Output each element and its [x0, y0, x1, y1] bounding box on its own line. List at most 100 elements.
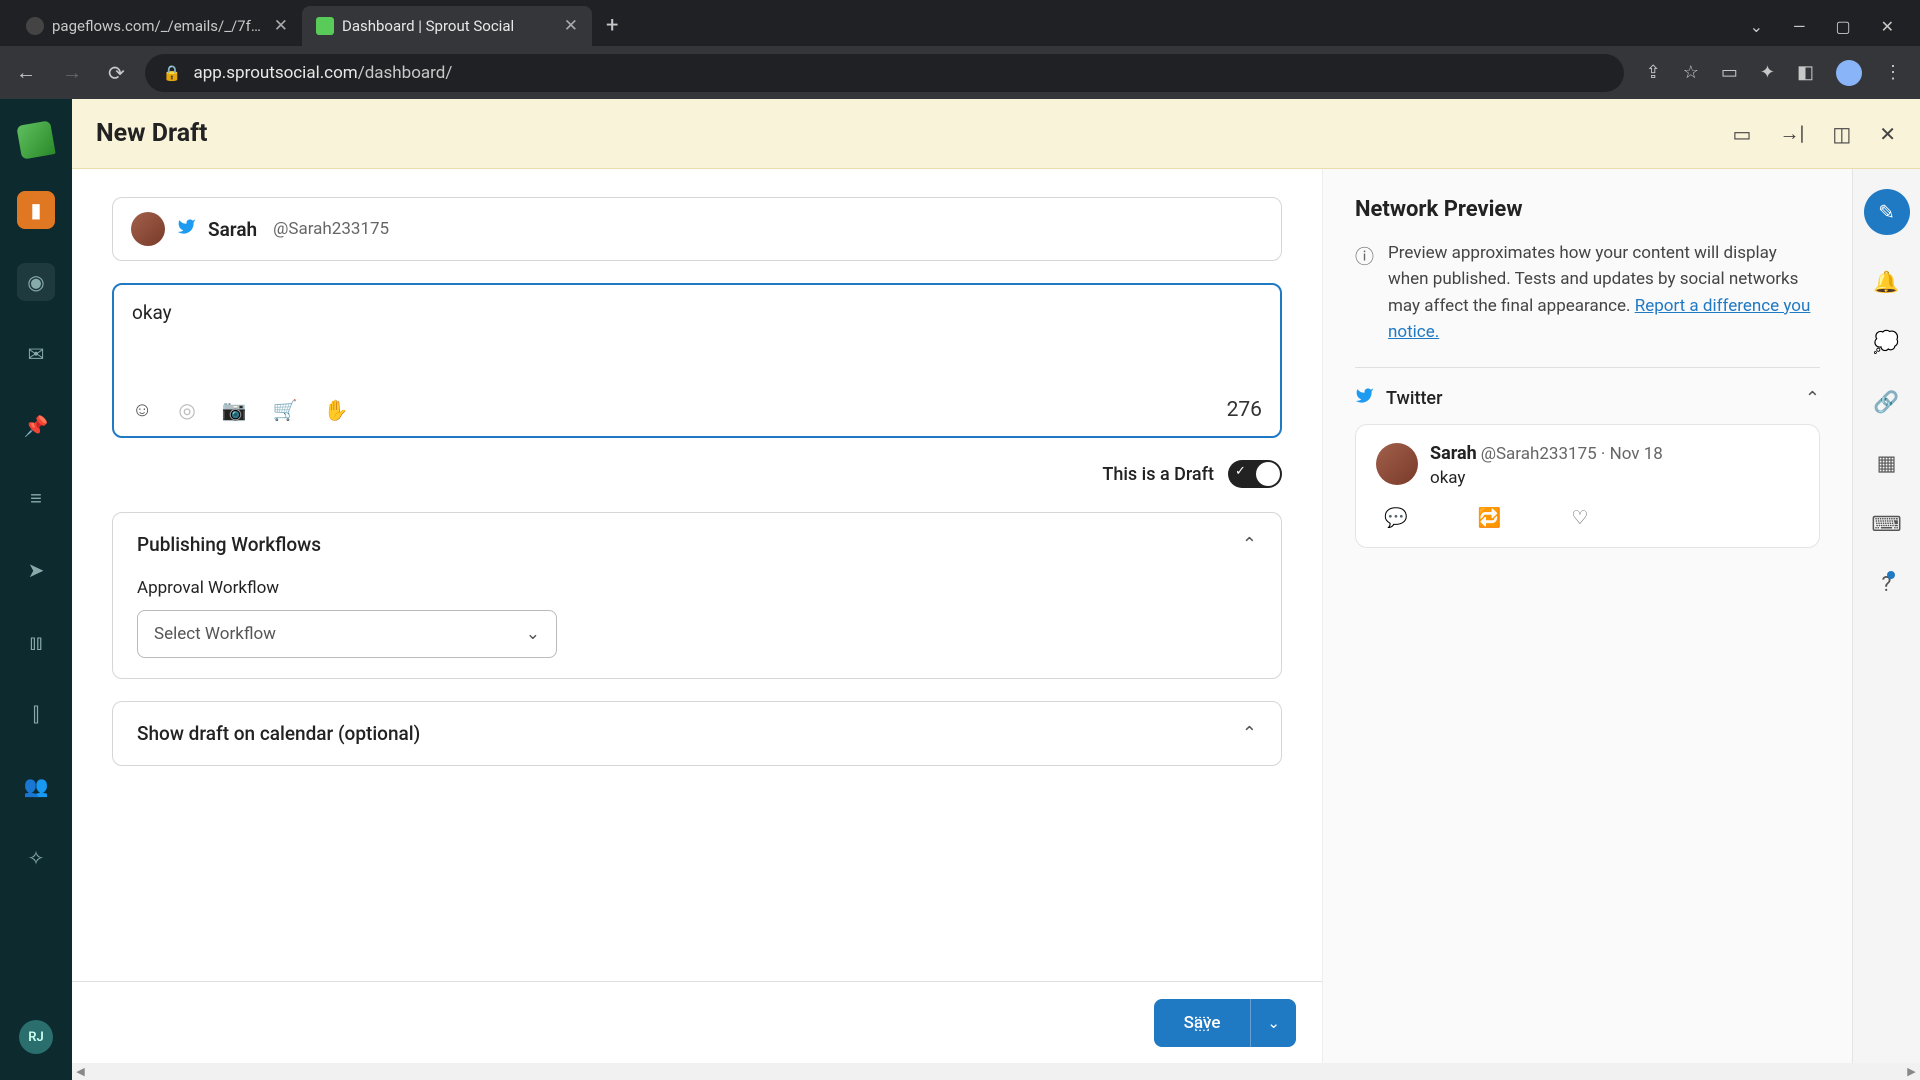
- target-icon[interactable]: ◎: [178, 398, 195, 422]
- tweet-avatar: [1376, 443, 1418, 485]
- close-composer-icon[interactable]: ✕: [1879, 122, 1896, 146]
- like-icon[interactable]: ♡: [1571, 506, 1588, 529]
- check-icon: ✓: [1235, 464, 1246, 479]
- tweet-handle: @Sarah233175 · Nov 18: [1481, 444, 1663, 464]
- workflows-header[interactable]: Publishing Workflows ⌃: [137, 533, 1257, 556]
- collapse-right-icon[interactable]: →|: [1779, 121, 1804, 146]
- workflow-select[interactable]: Select Workflow ⌄: [137, 610, 557, 658]
- sprout-logo-icon[interactable]: [16, 120, 55, 159]
- tweet-body: okay: [1430, 468, 1663, 488]
- tab-search-icon[interactable]: ⌄: [1750, 17, 1763, 36]
- save-options-button[interactable]: ⌄: [1250, 999, 1296, 1047]
- feedback-icon[interactable]: 💭: [1873, 331, 1899, 355]
- horizontal-scrollbar[interactable]: ◀ ▶: [72, 1063, 1920, 1080]
- emoji-icon[interactable]: ☺: [132, 397, 152, 422]
- browser-tab[interactable]: pageflows.com/_/emails/_/7fb5c ✕: [12, 6, 302, 46]
- link-icon[interactable]: 🔗: [1873, 391, 1899, 415]
- tweet-name: Sarah: [1430, 443, 1477, 464]
- window-controls: ⌄ ― ▢ ✕: [1750, 17, 1920, 46]
- nav-analytics-icon[interactable]: ⫾⫾: [17, 623, 55, 661]
- panel-icon[interactable]: ◫: [1832, 122, 1851, 146]
- compose-header: New Draft ▭ →| ◫ ✕: [72, 99, 1920, 169]
- compose-footer: Save ⬚ ⌄: [72, 981, 1322, 1063]
- forward-button[interactable]: →: [56, 54, 88, 91]
- share-icon[interactable]: ⇪: [1646, 62, 1661, 83]
- nav-pin-icon[interactable]: 📌: [17, 407, 55, 445]
- select-placeholder: Select Workflow: [154, 624, 276, 644]
- info-icon: ⓘ: [1355, 242, 1374, 345]
- nav-reports-icon[interactable]: ⫿: [17, 695, 55, 733]
- tab-close-icon[interactable]: ✕: [564, 16, 578, 36]
- nav-list-icon[interactable]: ≡: [17, 479, 55, 517]
- scroll-left-icon[interactable]: ◀: [72, 1065, 89, 1078]
- favicon-icon: [26, 17, 44, 35]
- calendar-header[interactable]: Show draft on calendar (optional) ⌃: [137, 722, 1257, 745]
- twitter-icon: [1355, 386, 1374, 410]
- compose-fab[interactable]: ✎: [1864, 189, 1910, 235]
- scroll-right-icon[interactable]: ▶: [1903, 1065, 1920, 1078]
- chevron-up-icon: ⌃: [1242, 534, 1257, 555]
- calendar-section: Show draft on calendar (optional) ⌃: [112, 701, 1282, 766]
- profile-avatar-icon[interactable]: [1836, 60, 1862, 86]
- browser-tab-strip: pageflows.com/_/emails/_/7fb5c ✕ Dashboa…: [0, 0, 1920, 46]
- section-title: Show draft on calendar (optional): [137, 722, 420, 745]
- preview-column: Network Preview ⓘ Preview approximates h…: [1322, 169, 1852, 1080]
- back-button[interactable]: ←: [10, 54, 42, 91]
- preview-title: Network Preview: [1355, 197, 1820, 222]
- new-tab-button[interactable]: +: [592, 5, 632, 46]
- url-input[interactable]: 🔒 app.sproutsocial.com/dashboard/: [145, 54, 1624, 92]
- approval-workflow-label: Approval Workflow: [137, 578, 1257, 598]
- menu-icon[interactable]: ⋮: [1884, 62, 1902, 83]
- compose-textarea[interactable]: okay: [132, 301, 1262, 389]
- char-count: 276: [1227, 398, 1262, 422]
- left-nav-rail: ▮ ◉ ✉ 📌 ≡ ➤ ⫾⫾ ⫿ 👥 ✧ RJ: [0, 99, 72, 1080]
- notifications-icon[interactable]: 🔔: [1873, 271, 1899, 295]
- workflows-section: Publishing Workflows ⌃ Approval Workflow…: [112, 512, 1282, 679]
- user-avatar[interactable]: RJ: [19, 1020, 53, 1054]
- draft-toggle[interactable]: ✓: [1228, 460, 1282, 488]
- network-header[interactable]: Twitter ⌃: [1355, 386, 1820, 410]
- browser-tab-active[interactable]: Dashboard | Sprout Social ✕: [302, 6, 592, 46]
- reply-icon[interactable]: 💬: [1384, 506, 1408, 529]
- asset-icon[interactable]: ✋: [324, 398, 349, 422]
- nav-inbox-icon[interactable]: ✉: [17, 335, 55, 373]
- profile-selector[interactable]: Sarah @Sarah233175: [112, 197, 1282, 261]
- tab-title: pageflows.com/_/emails/_/7fb5c: [52, 17, 266, 35]
- chevron-down-icon: ⌄: [526, 624, 540, 644]
- keyboard-icon[interactable]: ⌨: [1871, 512, 1901, 537]
- section-title: Publishing Workflows: [137, 533, 321, 556]
- extensions-icon[interactable]: ✦: [1760, 62, 1775, 83]
- nav-send-icon[interactable]: ➤: [17, 551, 55, 589]
- profile-name: Sarah: [208, 218, 257, 241]
- sidepanel-icon[interactable]: ◧: [1797, 62, 1814, 83]
- preview-info-text: Preview approximates how your content wi…: [1388, 240, 1820, 345]
- tweet-preview: Sarah @Sarah233175 · Nov 18 okay 💬 🔁 ♡: [1355, 424, 1820, 548]
- close-window-icon[interactable]: ✕: [1881, 17, 1894, 36]
- lock-icon: 🔒: [163, 64, 182, 82]
- maximize-icon[interactable]: ▢: [1835, 17, 1850, 36]
- retweet-icon[interactable]: 🔁: [1478, 506, 1502, 529]
- reload-button[interactable]: ⟳: [102, 55, 131, 91]
- help-icon[interactable]: ?: [1882, 573, 1892, 597]
- nav-people-icon[interactable]: 👥: [17, 767, 55, 805]
- minimize-icon[interactable]: ―: [1793, 17, 1806, 36]
- camera-icon[interactable]: 📷: [222, 398, 247, 422]
- favicon-icon: [316, 17, 334, 35]
- toggle-knob: [1256, 462, 1280, 486]
- twitter-icon: [177, 217, 196, 241]
- tab-close-icon[interactable]: ✕: [274, 16, 288, 36]
- save-button[interactable]: Save ⬚: [1154, 999, 1251, 1047]
- nav-star-icon[interactable]: ✧: [17, 839, 55, 877]
- page-title: New Draft: [96, 119, 208, 148]
- profile-handle: @Sarah233175: [273, 219, 389, 239]
- nav-compass-icon[interactable]: ◉: [17, 263, 55, 301]
- chevron-up-icon: ⌃: [1805, 388, 1820, 409]
- minimize-composer-icon[interactable]: ▭: [1733, 122, 1752, 146]
- install-icon[interactable]: ▭: [1721, 62, 1738, 83]
- compose-box: okay ☺ ◎ 📷 🛒 ✋ 276: [112, 283, 1282, 438]
- product-icon[interactable]: 🛒: [273, 398, 298, 422]
- bookmark-icon[interactable]: ☆: [1683, 62, 1699, 83]
- apps-icon[interactable]: ▦: [1877, 451, 1897, 476]
- nav-dashboard-icon[interactable]: ▮: [17, 191, 55, 229]
- chevron-up-icon: ⌃: [1242, 723, 1257, 744]
